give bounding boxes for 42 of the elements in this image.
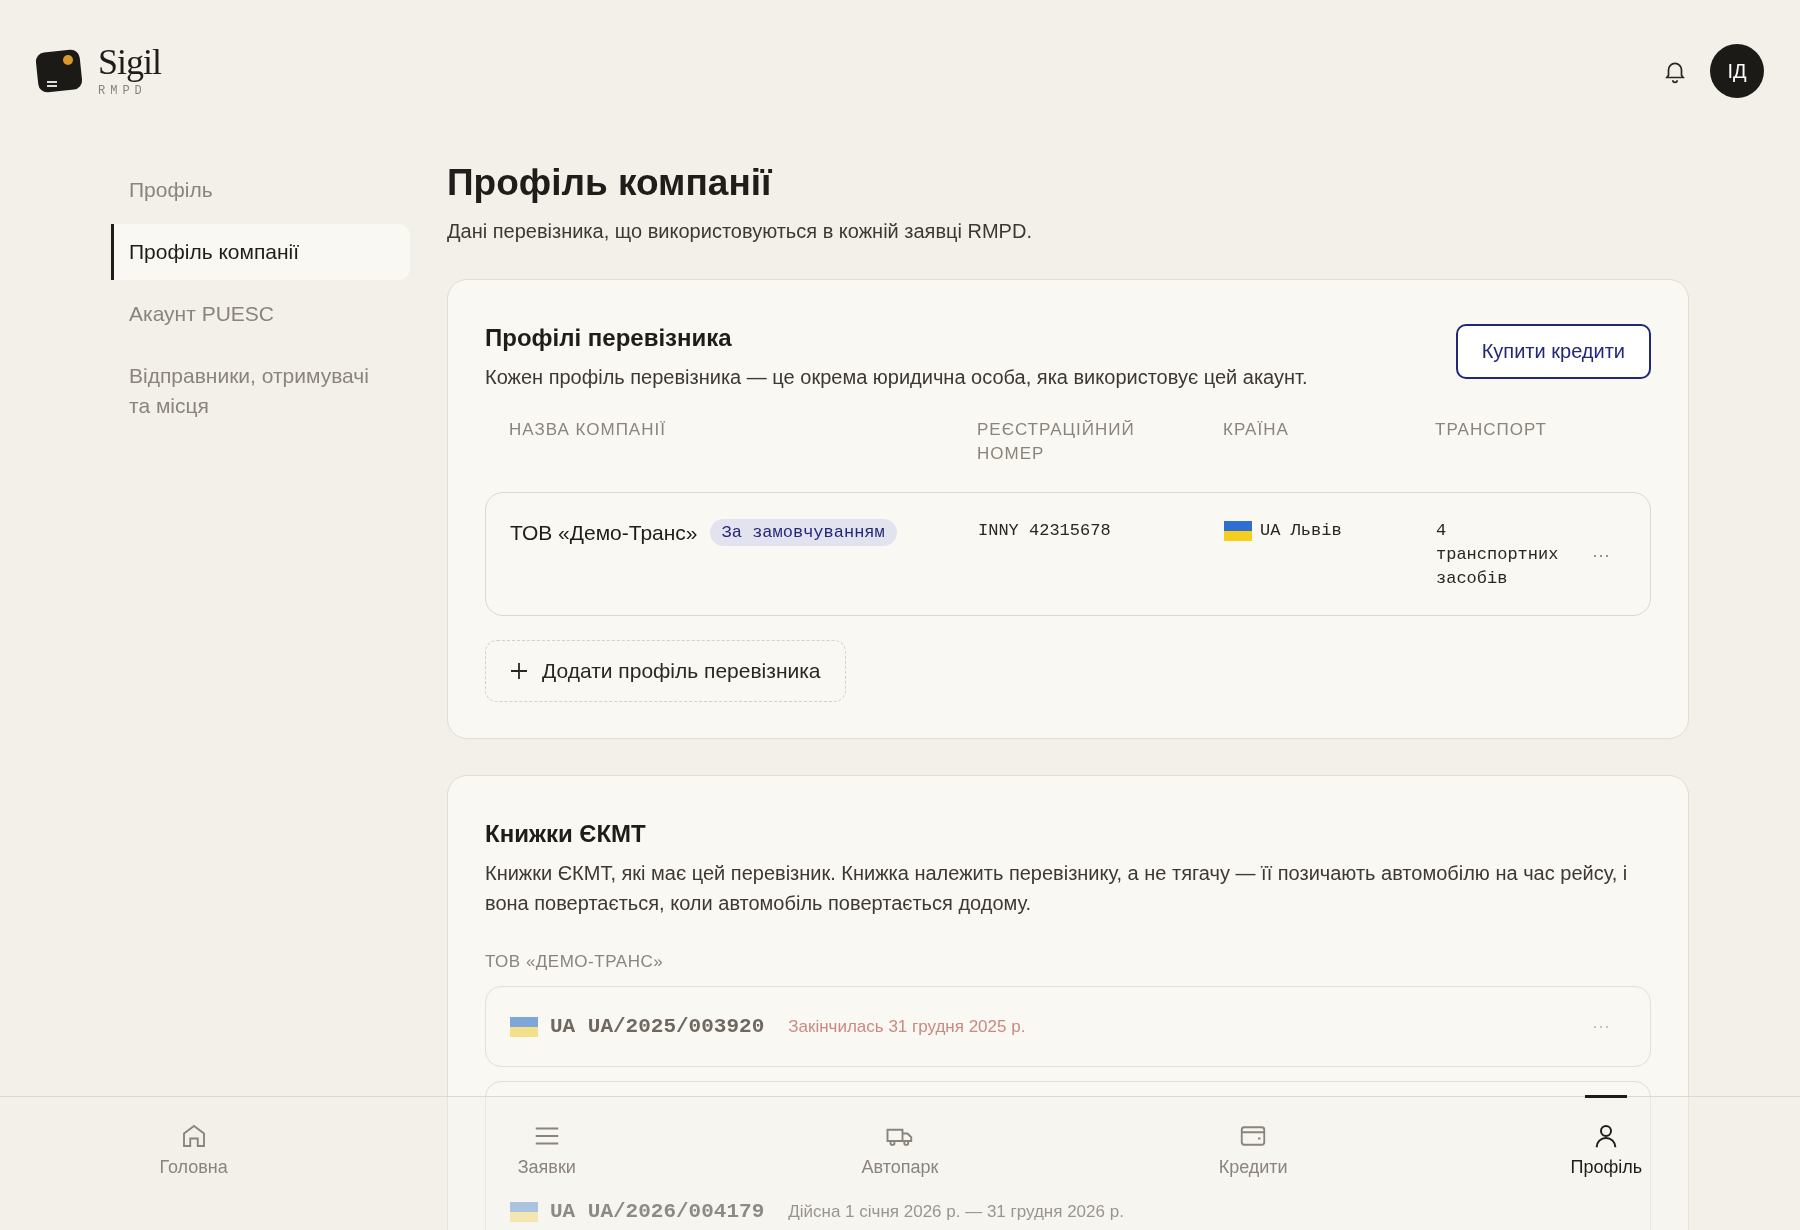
- column-header: КРАЇНА: [1223, 419, 1290, 441]
- transport-count: 4 транспортних засобів: [1436, 520, 1560, 590]
- page-subtitle: Дані перевізника, що використовуються в кожній заявці RMPD.: [447, 220, 1033, 243]
- flag-icon: [1224, 521, 1252, 541]
- add-carrier-button[interactable]: Додати профіль перевізника: [485, 640, 846, 702]
- column-header: ТРАНСПОРТ: [1435, 419, 1548, 441]
- company-name: ТОВ «Демо-Транс»: [510, 520, 698, 545]
- brand-tagline: RMPD: [98, 84, 148, 98]
- sidebar-item[interactable]: Акаунт PUESC: [111, 286, 410, 342]
- country-text: UA Львів: [1260, 520, 1342, 542]
- sidebar-item[interactable]: Відправники, отримувачі та місця: [111, 348, 410, 434]
- nav-tab[interactable]: Профіль: [1506, 1097, 1707, 1184]
- column-header: РЕЄСТРАЦІЙНИЙ НОМЕР: [977, 419, 1136, 465]
- default-badge: За замовчуванням: [709, 519, 897, 546]
- plus-icon: [510, 662, 528, 680]
- book-row[interactable]: UA UA/2026/004179 Дійсна 1 січня 2026 р. — 31 грудня 2026 р.: [510, 1200, 1626, 1223]
- nav-tab[interactable]: Заявки: [446, 1097, 647, 1184]
- book-number: UA UA/2026/004179: [550, 1200, 765, 1223]
- nav-tab[interactable]: Автопарк: [799, 1097, 1000, 1184]
- flag-icon: [510, 1201, 538, 1222]
- sidebar-item[interactable]: Профіль компанії: [111, 224, 410, 280]
- section-description: Кожен профіль перевізника — це окрема юридична особа, яка використовує цей акаунт.: [485, 365, 1308, 390]
- sidebar-item[interactable]: Профіль: [111, 162, 410, 218]
- page-title: Профіль компанії: [447, 162, 773, 204]
- book-number: UA UA/2025/003920: [550, 1015, 765, 1038]
- carrier-row[interactable]: ТОВ «Демо-Транс» За замовчуванням INNY 42315678 UA Львів 4 транспортних засобів ···: [485, 492, 1651, 616]
- nav-tab[interactable]: Кредити: [1153, 1097, 1354, 1184]
- section-title: Профілі перевізника: [485, 324, 733, 352]
- row-menu-button[interactable]: ···: [1576, 544, 1626, 566]
- nav-tab[interactable]: Головна: [93, 1097, 294, 1184]
- book-status: Закінчилась 31 грудня 2025 р.: [788, 1016, 1026, 1037]
- buy-credits-button[interactable]: Купити кредити: [1455, 324, 1651, 379]
- book-status: Дійсна 1 січня 2026 р. — 31 грудня 2026 р.: [788, 1201, 1124, 1222]
- user-avatar[interactable]: ІД: [1710, 44, 1764, 98]
- flag-icon: [510, 1016, 538, 1037]
- section-description: Книжки ЄКМТ, які має цей перевізник. Книжка належить перевізнику, а не тягачу — її позичають автомобілю на час рейсу, і вона повертається, коли автомобіль повертається додому.: [485, 861, 1629, 916]
- registration-number: INNY 42315678: [978, 520, 1112, 542]
- group-label: ТОВ «ДЕМО-ТРАНС»: [485, 952, 665, 972]
- section-title: Книжки ЄКМТ: [485, 820, 647, 848]
- brand-name: Sigil: [98, 44, 162, 80]
- row-menu-button[interactable]: ···: [1576, 1016, 1626, 1037]
- column-header: НАЗВА КОМПАНІЇ: [509, 419, 667, 441]
